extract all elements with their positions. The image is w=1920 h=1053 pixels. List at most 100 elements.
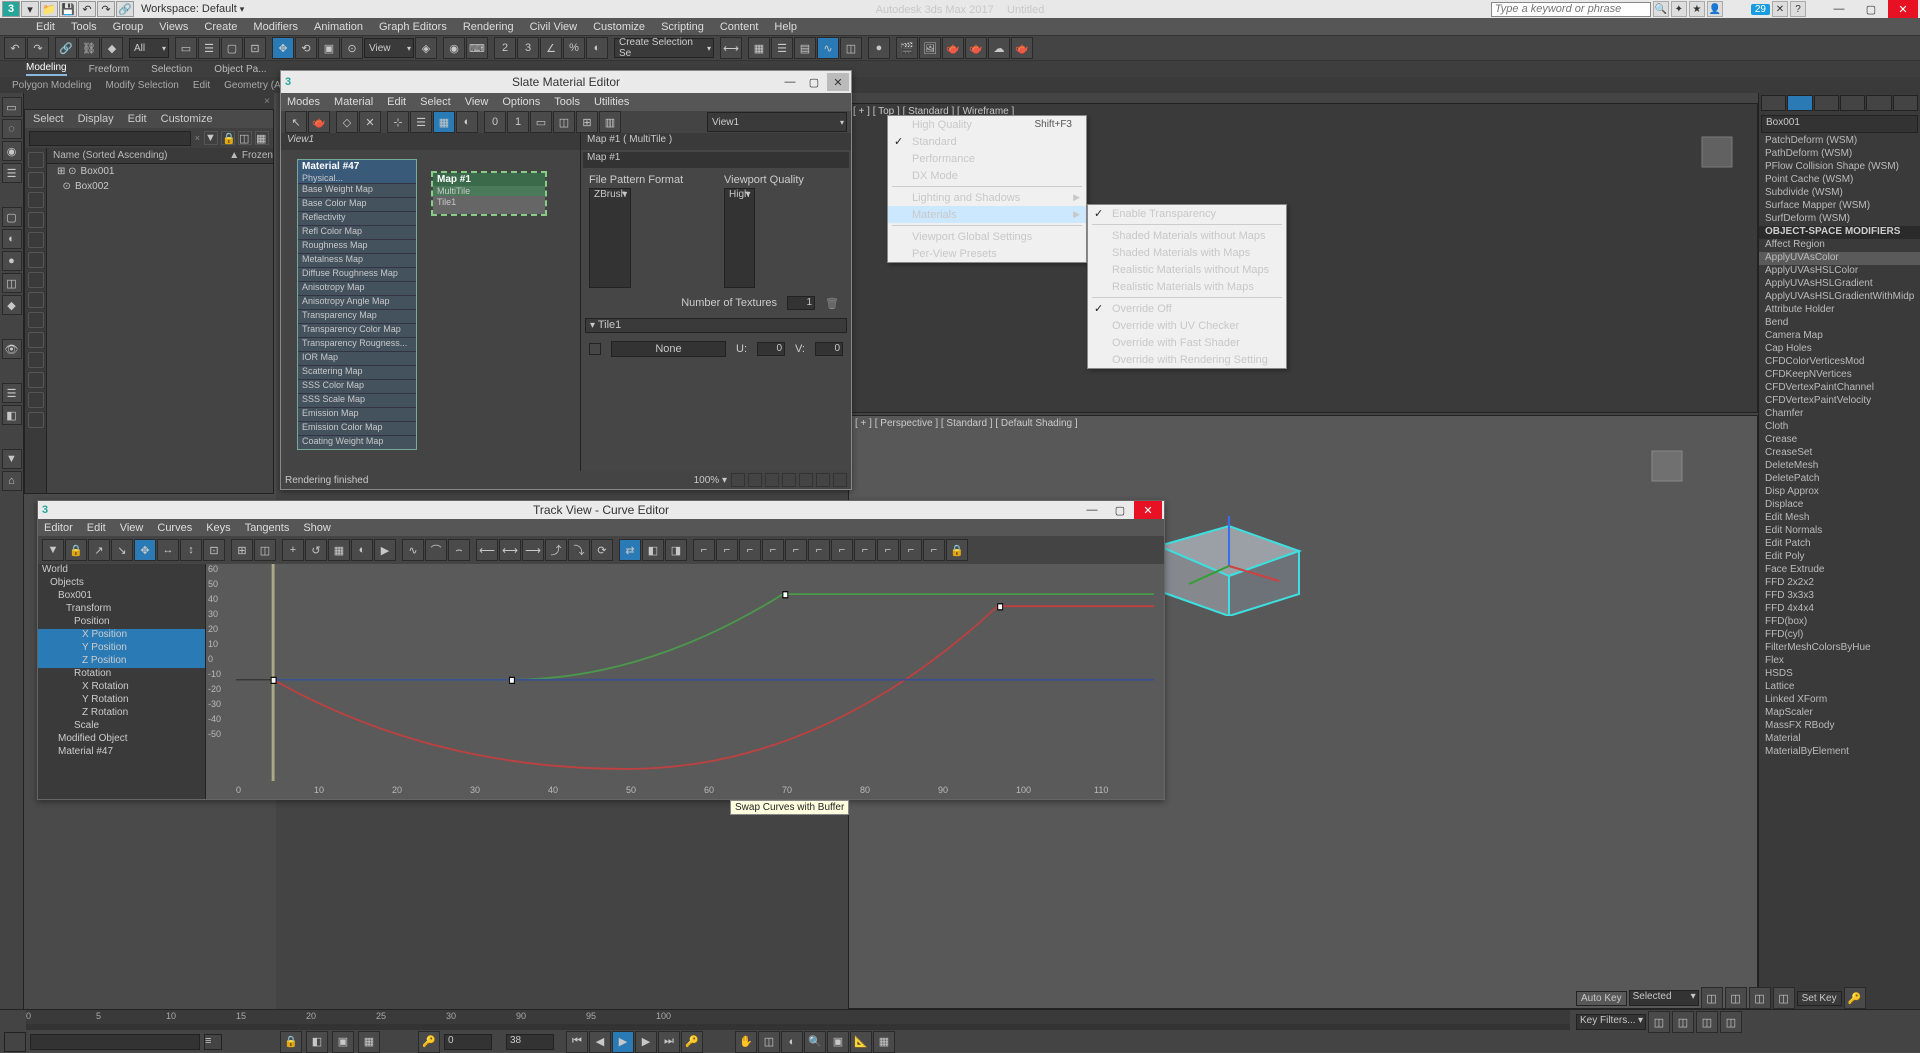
slate-zoom[interactable]: 100% ▾ (694, 475, 727, 486)
render-setup-button[interactable]: 🎬 (896, 37, 918, 59)
time-ruler[interactable]: 0510152025309095100 (26, 1010, 1570, 1024)
ce-menu-item[interactable]: Editor (44, 522, 73, 534)
track-item[interactable]: Position (38, 616, 205, 629)
scene-search-input[interactable] (29, 131, 191, 146)
ce-max-button[interactable]: ▢ (1106, 501, 1134, 519)
maxscript-icon[interactable] (4, 1032, 26, 1052)
ribbon-tab[interactable]: Modeling (26, 62, 67, 76)
ce-lock2[interactable]: 🔒 (946, 539, 968, 561)
util-tab-icon[interactable] (1893, 95, 1918, 111)
redo-icon[interactable]: ↷ (97, 1, 115, 17)
slate-menu-item[interactable]: Edit (387, 96, 406, 108)
ce-t1[interactable]: ↗ (88, 539, 110, 561)
modifier-item[interactable]: MaterialByElement (1759, 746, 1920, 759)
nav4[interactable]: ◫ (1773, 987, 1795, 1009)
num-textures-spinner[interactable]: 1 (787, 296, 815, 310)
link-button[interactable]: 🔗 (55, 37, 77, 59)
p2-icon[interactable]: ◐ (2, 229, 22, 249)
app-icon[interactable]: 3 (2, 1, 20, 17)
menu-item[interactable]: Realistic Materials with Maps (1088, 278, 1286, 295)
p9-icon[interactable]: ▼ (2, 449, 22, 469)
status-input[interactable] (30, 1034, 200, 1050)
modifier-item[interactable]: CreaseSet (1759, 447, 1920, 460)
track-item[interactable]: Z Rotation (38, 707, 205, 720)
ce-menu-item[interactable]: Edit (87, 522, 106, 534)
track-item[interactable]: Z Position (38, 655, 205, 668)
curve-editor-button[interactable]: ∿ (817, 37, 839, 59)
open-icon[interactable]: 📁 (40, 1, 58, 17)
p6-icon[interactable]: 👁 (2, 339, 22, 359)
track-item[interactable]: Y Rotation (38, 694, 205, 707)
schematic-view-button[interactable]: ◫ (840, 37, 862, 59)
modifier-item[interactable]: Cap Holes (1759, 343, 1920, 356)
key-mode-button[interactable]: 🔑 (681, 1031, 703, 1053)
menu-item[interactable]: ✓Enable Transparency (1088, 205, 1286, 222)
maximize-button[interactable]: ▢ (1856, 0, 1886, 18)
se-filter-icon[interactable]: 🔒 (221, 131, 235, 145)
menu-item[interactable]: Viewport Global Settings (888, 228, 1086, 245)
material-slot[interactable]: Emission Color Map (298, 421, 416, 435)
keymode-combo[interactable]: Selected (1629, 990, 1699, 1006)
ce-min-button[interactable]: — (1078, 501, 1106, 519)
ce-c18[interactable]: ⌐ (900, 539, 922, 561)
render-a360-button[interactable]: 🫖 (1011, 37, 1033, 59)
slate-2-icon[interactable]: ▭ (530, 111, 552, 133)
menu-customize[interactable]: Customize (585, 21, 653, 33)
modifier-item[interactable]: Bend (1759, 317, 1920, 330)
ce-c5[interactable]: ⤵ (568, 539, 590, 561)
pan-view-icon[interactable]: ✋ (735, 1031, 757, 1053)
help-icon[interactable]: ? (1790, 1, 1806, 17)
material-slot[interactable]: Transparency Color Map (298, 323, 416, 337)
modifier-item[interactable]: Chamfer (1759, 408, 1920, 421)
material-slot[interactable]: Metalness Map (298, 253, 416, 267)
modifier-item[interactable]: CFDKeepNVertices (1759, 369, 1920, 382)
menu-item[interactable]: High QualityShift+F3 (888, 116, 1086, 133)
modifier-item[interactable]: PathDeform (WSM) (1759, 148, 1920, 161)
track-item[interactable]: Material #47 (38, 746, 205, 759)
link-icon[interactable]: 🔗 (116, 1, 134, 17)
select-move-button[interactable]: ✥ (272, 37, 294, 59)
menu-tools[interactable]: Tools (63, 21, 105, 33)
menu-civilview[interactable]: Civil View (522, 21, 585, 33)
tile-rollout[interactable]: ▾ Tile1 (585, 318, 847, 333)
scene-item[interactable]: ⊞ ⊙Box001 (47, 164, 273, 179)
file-pattern-combo[interactable]: ZBrush (589, 188, 631, 288)
ce-t11[interactable]: ◐ (351, 539, 373, 561)
slate-menu-item[interactable]: Modes (287, 96, 320, 108)
ribbon-panel-item[interactable]: Geometry (All) (224, 80, 288, 91)
slate-del-icon[interactable]: ✕ (359, 111, 381, 133)
modifier-item[interactable]: FilterMeshColorsByHue (1759, 642, 1920, 655)
nav8[interactable]: ◫ (1720, 1011, 1742, 1033)
window-crossing-button[interactable]: ⊡ (244, 37, 266, 59)
select-paint-icon[interactable]: ◉ (2, 141, 22, 161)
slate-nav1-icon[interactable] (731, 473, 745, 487)
signin-icon[interactable]: 👤 (1707, 1, 1723, 17)
p5-icon[interactable]: ◆ (2, 295, 22, 315)
material-slot[interactable]: Scattering Map (298, 365, 416, 379)
menu-grapheditors[interactable]: Graph Editors (371, 21, 455, 33)
material-slot[interactable]: Reflectivity (298, 211, 416, 225)
track-item[interactable]: Rotation (38, 668, 205, 681)
modifier-item[interactable]: DeletePatch (1759, 473, 1920, 486)
modifier-item[interactable]: FFD(cyl) (1759, 629, 1920, 642)
ce-lock-icon[interactable]: 🔒 (65, 539, 87, 561)
explorer-icon[interactable]: ☰ (2, 163, 22, 183)
use-pivot-button[interactable]: ◈ (415, 37, 437, 59)
nav3[interactable]: ◫ (1749, 987, 1771, 1009)
menu-item[interactable]: Override with UV Checker (1088, 317, 1286, 334)
menu-item[interactable]: Shaded Materials without Maps (1088, 227, 1286, 244)
save-icon[interactable]: 💾 (59, 1, 77, 17)
zoom-icon[interactable]: 🔍 (804, 1031, 826, 1053)
ce-c12[interactable]: ⌐ (762, 539, 784, 561)
keymode-button[interactable]: ⌨ (466, 37, 488, 59)
slate-3-icon[interactable]: ◫ (553, 111, 575, 133)
map-name-field[interactable]: Map #1 (583, 152, 849, 168)
minimize-button[interactable]: — (1824, 0, 1854, 18)
se-filter-geo-icon[interactable] (28, 152, 44, 168)
modifier-item[interactable]: Surface Mapper (WSM) (1759, 200, 1920, 213)
slate-teapot-icon[interactable]: 🫖 (308, 111, 330, 133)
star-icon[interactable]: ✦ (1671, 1, 1687, 17)
hierarchy-tab-icon[interactable] (1814, 95, 1839, 111)
slate-bg-icon[interactable]: ◐ (456, 111, 478, 133)
p1-icon[interactable]: ▢ (2, 207, 22, 227)
